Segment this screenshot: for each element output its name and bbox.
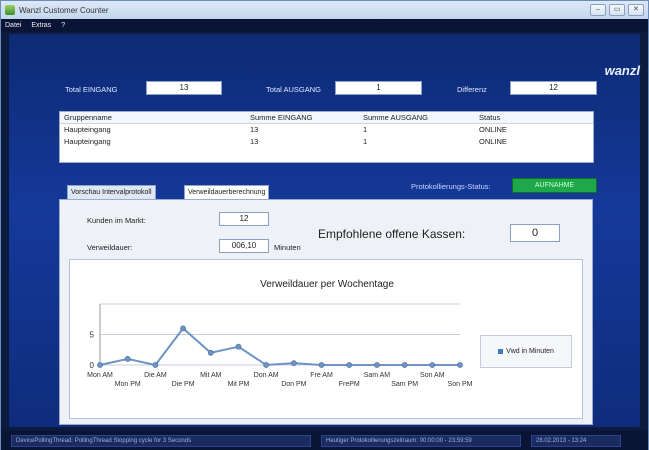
tab-verweildauerberechnung[interactable]: Verweildauerberechnung — [184, 185, 270, 199]
y-tick-label: 5 — [90, 331, 95, 340]
data-point — [318, 362, 325, 368]
brand-logo: wanzl — [604, 63, 640, 78]
x-tick-label: Mit AM — [200, 372, 222, 379]
x-tick-label: Don AM — [254, 372, 279, 379]
col-summe-eingang[interactable]: Summe EINGANG — [250, 112, 363, 123]
cell-gruppenname: Haupteingang — [64, 137, 111, 146]
data-point — [97, 362, 103, 368]
data-point — [180, 325, 186, 332]
table-row[interactable]: Haupteingang 13 1 ONLINE — [60, 124, 593, 136]
status-protokoll: Heutiger Protokollierungszeitraum: 00:00… — [321, 434, 521, 447]
menu-help[interactable]: ? — [61, 22, 65, 29]
cell-summe-ausgang: 1 — [363, 137, 368, 146]
data-point — [152, 362, 159, 368]
cell-status: ONLINE — [479, 125, 507, 134]
app-icon — [5, 5, 15, 15]
table-row[interactable]: Haupteingang 13 1 ONLINE — [60, 136, 593, 148]
kassen-label: Empfohlene offene Kassen: — [318, 227, 466, 241]
verweil-label: Verweildauer: — [87, 243, 133, 252]
series-line — [99, 326, 460, 367]
legend-label: Vwd in Minuten — [506, 348, 554, 355]
window-title: Wanzl Customer Counter — [19, 5, 109, 15]
differenz-value: 12 — [510, 81, 597, 95]
app-window: Wanzl Customer Counter – ▭ ✕ Datei Extra… — [0, 0, 649, 450]
data-point — [374, 362, 380, 368]
x-tick-label: Mon AM — [87, 372, 113, 379]
x-tick-label: Son AM — [420, 372, 445, 379]
x-tick-label: Don PM — [281, 381, 306, 388]
status-datetime: 28.02.2013 - 13:24 — [531, 434, 621, 447]
total-eingang-label: Total EINGANG — [65, 85, 118, 94]
col-summe-ausgang[interactable]: Summe AUSGANG — [363, 112, 479, 123]
cell-summe-eingang: 13 — [250, 137, 259, 146]
cell-gruppenname: Haupteingang — [64, 125, 111, 134]
kunden-value: 12 — [219, 212, 269, 226]
table-header: Gruppenname Summe EINGANG Summe AUSGANG … — [60, 112, 593, 124]
data-point — [401, 362, 408, 368]
menu-bar: Datei Extras ? — [1, 19, 648, 32]
y-tick-label: 0 — [90, 361, 95, 370]
data-point — [207, 349, 214, 356]
total-eingang-value: 13 — [146, 81, 222, 95]
data-point — [457, 362, 463, 368]
x-tick-label: Sam PM — [391, 381, 418, 388]
close-button[interactable]: ✕ — [628, 4, 644, 16]
minimize-button[interactable]: – — [590, 4, 606, 16]
differenz-label: Differenz — [457, 85, 487, 94]
total-ausgang-label: Total AUSGANG — [266, 85, 322, 94]
group-table: Gruppenname Summe EINGANG Summe AUSGANG … — [59, 111, 594, 163]
x-tick-label: Die PM — [172, 381, 195, 388]
verweil-unit: Minuten — [274, 243, 301, 252]
menu-datei[interactable]: Datei — [5, 22, 21, 29]
x-tick-label: Fre AM — [310, 372, 333, 379]
x-tick-label: Die AM — [144, 372, 167, 379]
protokoll-status-button[interactable]: AUFNAHME — [512, 178, 597, 193]
col-gruppenname[interactable]: Gruppenname — [64, 112, 250, 123]
chart-title: Verweildauer per Wochentage — [260, 279, 394, 290]
data-point — [263, 362, 270, 368]
legend-swatch — [498, 349, 504, 354]
data-point — [346, 362, 353, 368]
x-tick-label: Mit PM — [228, 381, 250, 388]
status-bar: DevicePollingThread: PollingThread Stopp… — [1, 431, 648, 450]
tab-vorschau-intervalprotokoll[interactable]: Vorschau Intervalprotokoll — [67, 185, 156, 199]
cell-summe-eingang: 13 — [250, 125, 259, 134]
x-tick-label: Mon PM — [115, 381, 141, 388]
kunden-label: Kunden im Markt: — [87, 216, 146, 225]
col-status[interactable]: Status — [479, 112, 579, 123]
menu-extras[interactable]: Extras — [31, 22, 51, 29]
x-tick-label: Sam AM — [364, 372, 391, 379]
cell-summe-ausgang: 1 — [363, 125, 368, 134]
data-point — [235, 343, 242, 350]
data-point — [429, 362, 436, 368]
title-bar: Wanzl Customer Counter – ▭ ✕ — [1, 1, 648, 19]
protokoll-status-label: Protokollierungs-Status: — [411, 182, 491, 191]
verweil-value: 006,10 — [219, 239, 269, 253]
cell-status: ONLINE — [479, 137, 507, 146]
kassen-value: 0 — [510, 224, 560, 242]
data-point — [124, 356, 131, 362]
x-tick-label: FrePM — [339, 381, 360, 388]
x-tick-label: Son PM — [448, 381, 473, 388]
status-thread: DevicePollingThread: PollingThread Stopp… — [11, 434, 311, 447]
chart-legend: Vwd in Minuten — [480, 335, 572, 368]
total-ausgang-value: 1 — [335, 81, 422, 95]
maximize-button[interactable]: ▭ — [609, 4, 625, 16]
data-point — [290, 360, 297, 367]
